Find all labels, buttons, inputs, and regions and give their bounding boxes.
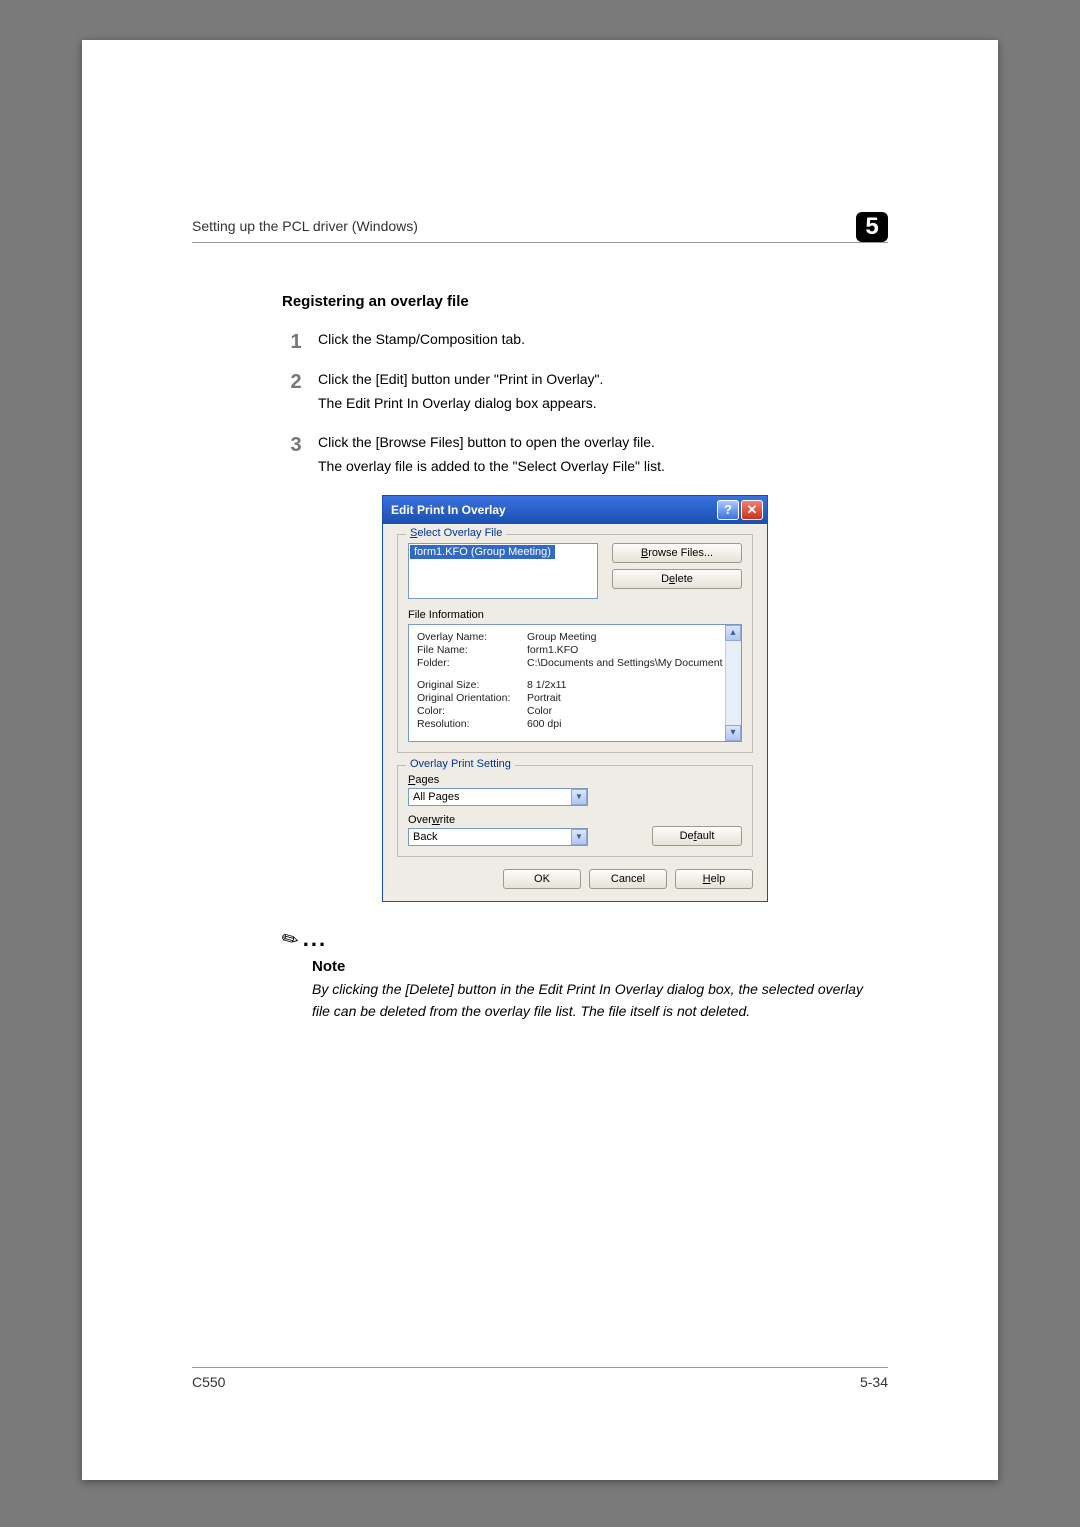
select-overlay-file-group: Select Overlay File form1.KFO (Group Mee… [397,534,753,753]
file-information-label: File Information [408,609,742,621]
dialog-screenshot: Edit Print In Overlay ? ✕ Select Overlay… [382,495,768,902]
step-subtext: The Edit Print In Overlay dialog box app… [318,392,888,416]
info-key: Color: [417,705,527,717]
dialog-title: Edit Print In Overlay [391,503,506,517]
info-val: form1.KFO [527,644,733,656]
info-key: Resolution: [417,718,527,730]
info-key: Overlay Name: [417,631,527,643]
dialog-titlebar: Edit Print In Overlay ? ✕ [383,496,767,524]
footer-left: C550 [192,1374,225,1390]
overwrite-label: Overwrite [408,814,588,826]
pages-label: Pages [408,774,742,786]
info-key: File Name: [417,644,527,656]
edit-print-in-overlay-dialog: Edit Print In Overlay ? ✕ Select Overlay… [382,495,768,902]
ellipsis-icon: ... [303,926,327,951]
note-block: ✎... Note By clicking the [Delete] butto… [282,926,888,1022]
group-label: Select Overlay File [406,527,506,539]
help-button[interactable]: Help [675,869,753,889]
step-item: Click the [Edit] button under "Print in … [282,368,888,416]
help-icon[interactable]: ? [717,500,739,520]
steps-list: Click the Stamp/Composition tab. Click t… [282,328,888,479]
titlebar-buttons: ? ✕ [717,500,763,520]
info-key: Folder: [417,657,527,669]
document-page: Setting up the PCL driver (Windows) 5 Re… [82,40,998,1480]
chapter-number-badge: 5 [856,212,888,242]
close-icon[interactable]: ✕ [741,500,763,520]
group-label: Overlay Print Setting [406,758,515,770]
browse-files-button[interactable]: Browse Files... [612,543,742,563]
overwrite-select[interactable]: Back ▼ [408,828,588,846]
info-val: Color [527,705,733,717]
page-footer: C550 5-34 [192,1367,888,1390]
info-val: 8 1/2x11 [527,679,733,691]
step-subtext: The overlay file is added to the "Select… [318,455,888,479]
dialog-body: Select Overlay File form1.KFO (Group Mee… [383,524,767,901]
info-key: Original Size: [417,679,527,691]
scroll-down-button[interactable]: ▾ [725,725,741,741]
default-button[interactable]: Default [652,826,742,846]
pages-select[interactable]: All Pages ▼ [408,788,588,806]
dialog-bottom-buttons: OK Cancel Help [397,869,753,889]
overlay-file-listbox[interactable]: form1.KFO (Group Meeting) [408,543,598,599]
note-text: By clicking the [Delete] button in the E… [312,979,872,1022]
pencil-icon: ✎ [277,924,304,954]
overlay-print-setting-group: Overlay Print Setting Pages All Pages ▼ … [397,765,753,857]
info-key: Original Orientation: [417,692,527,704]
info-val: Portrait [527,692,733,704]
info-val: 600 dpi [527,718,733,730]
step-text: Click the [Browse Files] button to open … [318,434,655,450]
step-text: Click the [Edit] button under "Print in … [318,371,603,387]
page-header: Setting up the PCL driver (Windows) 5 [192,218,888,243]
section-title: Registering an overlay file [282,293,888,310]
chevron-down-icon: ▼ [571,829,587,845]
chevron-down-icon: ▼ [571,789,587,805]
step-item: Click the Stamp/Composition tab. [282,328,888,352]
info-val: C:\Documents and Settings\My Document [527,657,733,669]
note-label: Note [312,958,888,975]
content-area: Registering an overlay file Click the St… [282,293,888,902]
info-val: Group Meeting [527,631,733,643]
delete-button[interactable]: Delete [612,569,742,589]
scroll-up-button[interactable]: ▴ [725,625,741,641]
header-text: Setting up the PCL driver (Windows) [192,218,418,234]
step-item: Click the [Browse Files] button to open … [282,431,888,479]
list-item[interactable]: form1.KFO (Group Meeting) [410,545,555,559]
step-text: Click the Stamp/Composition tab. [318,331,525,347]
scrollbar-track[interactable] [725,641,741,725]
ok-button[interactable]: OK [503,869,581,889]
file-information-box: Overlay Name:Group Meeting File Name:for… [408,624,742,742]
cancel-button[interactable]: Cancel [589,869,667,889]
footer-right: 5-34 [860,1374,888,1390]
